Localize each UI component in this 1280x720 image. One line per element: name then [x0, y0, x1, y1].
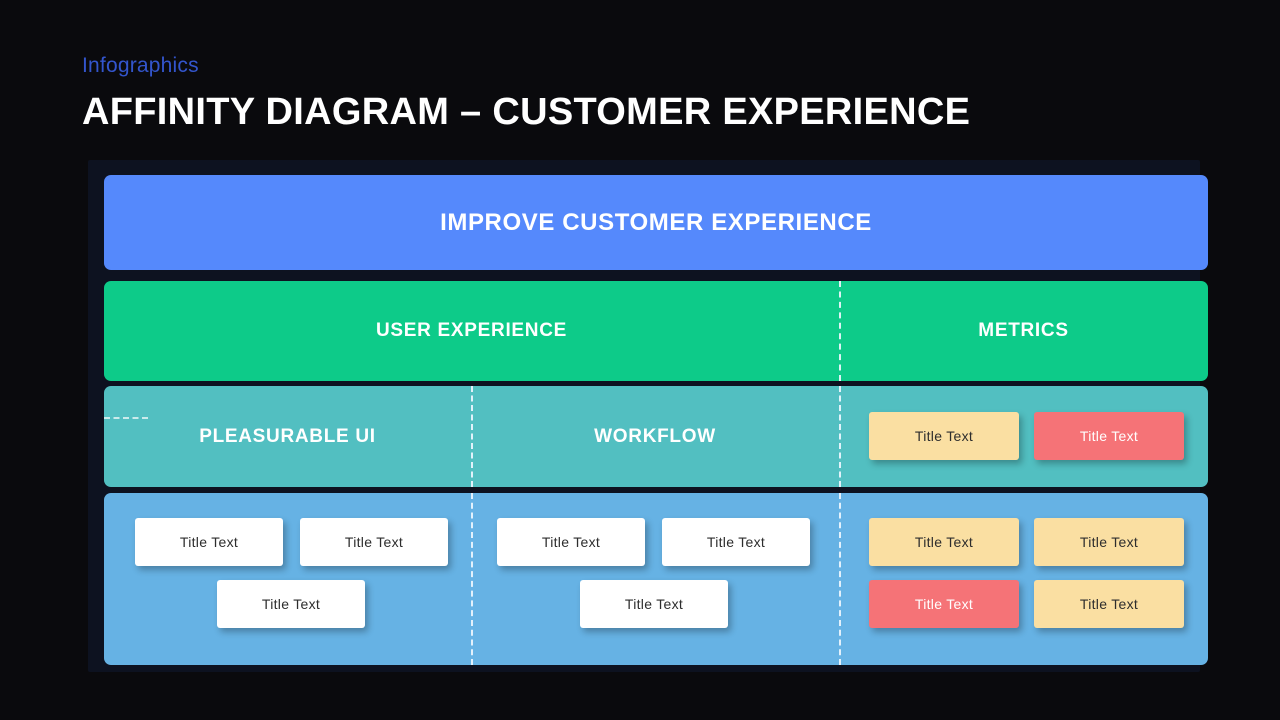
- note-metrics-2[interactable]: Title Text: [1034, 518, 1184, 566]
- page-title: AFFINITY DIAGRAM – CUSTOMER EXPERIENCE: [82, 91, 971, 133]
- kicker-label: Infographics: [82, 54, 199, 77]
- subtheme-label-pleasurable-ui: PLEASURABLE UI: [199, 425, 376, 447]
- subtheme-band-divider-right: [839, 386, 841, 487]
- note-metrics-1-label: Title Text: [914, 534, 974, 550]
- note-pleasurable-ui-3[interactable]: Title Text: [217, 580, 365, 628]
- subtheme-note-metrics-2[interactable]: Title Text: [1034, 412, 1184, 460]
- note-workflow-2-label: Title Text: [706, 534, 766, 550]
- notes-band-divider-right: [839, 493, 841, 665]
- theme-cell-metrics[interactable]: METRICS: [839, 281, 1208, 381]
- theme-label-user-experience: USER EXPERIENCE: [375, 320, 568, 341]
- subtheme-note-metrics-1-label: Title Text: [914, 428, 974, 444]
- goal-band[interactable]: IMPROVE CUSTOMER EXPERIENCE: [104, 175, 1208, 270]
- note-metrics-4-label: Title Text: [1079, 596, 1139, 612]
- notes-band-divider-mid: [471, 493, 473, 665]
- subtheme-cell-workflow[interactable]: WORKFLOW: [471, 386, 839, 487]
- note-pleasurable-ui-1[interactable]: Title Text: [135, 518, 283, 566]
- note-workflow-3[interactable]: Title Text: [580, 580, 728, 628]
- note-metrics-4[interactable]: Title Text: [1034, 580, 1184, 628]
- note-pleasurable-ui-2-label: Title Text: [344, 534, 404, 550]
- note-workflow-3-label: Title Text: [624, 596, 684, 612]
- subtheme-cell-pleasurable-ui[interactable]: PLEASURABLE UI: [104, 386, 471, 487]
- subtheme-note-metrics-2-label: Title Text: [1079, 428, 1139, 444]
- subtheme-note-metrics-1[interactable]: Title Text: [869, 412, 1019, 460]
- subtheme-label-workflow: WORKFLOW: [594, 425, 716, 447]
- note-workflow-2[interactable]: Title Text: [662, 518, 810, 566]
- notes-band[interactable]: Title Text Title Text Title Text Title T…: [104, 493, 1208, 665]
- note-workflow-1[interactable]: Title Text: [497, 518, 645, 566]
- slide-header: Infographics AFFINITY DIAGRAM – CUSTOMER…: [82, 52, 1182, 138]
- note-metrics-2-label: Title Text: [1079, 534, 1139, 550]
- theme-label-metrics: METRICS: [978, 320, 1069, 341]
- note-workflow-1-label: Title Text: [541, 534, 601, 550]
- subtheme-band-left-tick: [104, 417, 148, 419]
- note-pleasurable-ui-1-label: Title Text: [179, 534, 239, 550]
- subtheme-band[interactable]: PLEASURABLE UI WORKFLOW Title Text Title…: [104, 386, 1208, 487]
- note-metrics-3-label: Title Text: [914, 596, 974, 612]
- subtheme-band-divider-mid: [471, 386, 473, 487]
- note-metrics-1[interactable]: Title Text: [869, 518, 1019, 566]
- theme-band-divider-right: [839, 281, 841, 381]
- theme-cell-user-experience[interactable]: USER EXPERIENCE: [104, 281, 839, 381]
- theme-band[interactable]: USER EXPERIENCE METRICS: [104, 281, 1208, 381]
- note-metrics-3[interactable]: Title Text: [869, 580, 1019, 628]
- note-pleasurable-ui-3-label: Title Text: [261, 596, 321, 612]
- note-pleasurable-ui-2[interactable]: Title Text: [300, 518, 448, 566]
- goal-label: IMPROVE CUSTOMER EXPERIENCE: [440, 208, 872, 236]
